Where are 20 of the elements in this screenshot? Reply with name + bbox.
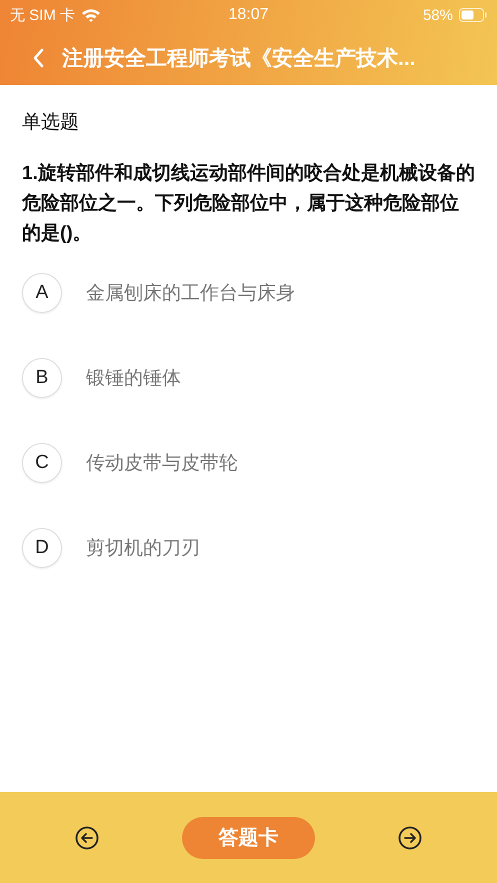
wifi-icon [81,8,102,22]
option-letter[interactable]: A [22,273,62,313]
page-title: 注册安全工程师考试《安全生产技术... [62,46,416,72]
previous-icon[interactable] [75,826,99,850]
option-text[interactable]: 剪切机的刀刃 [86,535,200,561]
battery-percent: 58% [422,6,453,24]
next-icon[interactable] [398,826,422,850]
option-text[interactable]: 传动皮带与皮带轮 [86,450,238,476]
clock-time: 18:07 [228,6,269,24]
option-letter[interactable]: B [22,358,62,398]
carrier-label: 无 SIM 卡 [10,6,76,24]
option-letter[interactable]: D [22,528,62,568]
option-text[interactable]: 锻锤的锤体 [86,365,181,391]
question-type: 单选题 [22,111,80,135]
question-text: 1.旋转部件和成切线运动部件间的咬合处是机械设备的危险部位之一。下列危险部位中，属于这种危险部位的是()。 [22,162,475,246]
answer-card-button[interactable]: 答题卡 [182,816,315,858]
option-letter[interactable]: C [22,443,62,483]
battery-icon [459,8,487,22]
option-text[interactable]: 金属刨床的工作台与床身 [86,280,295,306]
back-icon[interactable] [32,48,44,68]
